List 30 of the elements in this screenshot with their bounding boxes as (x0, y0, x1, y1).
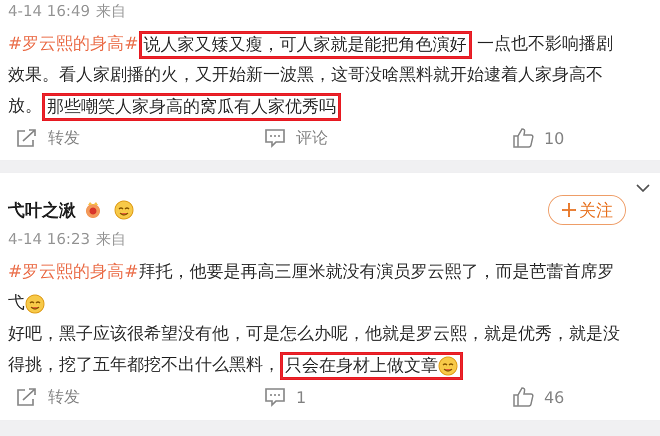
post-time: 4-14 16:23 (8, 230, 90, 248)
highlight-box: 那些嘲笑人家身高的窝瓜有人家优秀吗 (42, 92, 341, 120)
thumbs-up-icon (512, 127, 534, 149)
post-source: 来自 (96, 230, 126, 248)
post-source: 来自 (96, 2, 126, 20)
comment-icon (264, 387, 286, 407)
post-time: 4-14 16:49 (8, 2, 90, 20)
like-button[interactable]: 10 (504, 127, 572, 149)
follow-button[interactable]: 关注 (548, 195, 626, 225)
medal-icon (84, 201, 102, 219)
share-icon (16, 387, 38, 407)
hashtag-link[interactable]: #罗云熙的身高# (8, 29, 138, 60)
post-text: #罗云熙的身高#拜托，他要是再高三厘米就没有演员罗云熙了，而是芭蕾首席罗 弋 好吧，黑子应该很希望没有他，可是怎么办呢，他就是罗云熙，就是优秀，就是没 得挑，挖了五年都挖不出什么黑料， 只会在身材上做文章 (8, 257, 650, 381)
comment-icon (264, 128, 286, 148)
highlight-box: 说人家又矮又瘦，可人家就是能把角色演好 (138, 30, 472, 58)
highlight-box: 只会在身材上做文章 (280, 352, 463, 380)
share-icon (16, 128, 38, 148)
like-button[interactable]: 46 (504, 386, 572, 408)
comment-button[interactable]: 评论 (256, 128, 504, 148)
repost-button[interactable]: 转发 (8, 128, 256, 148)
hashtag-link[interactable]: #罗云熙的身高# (8, 257, 138, 288)
emoji-icon (114, 200, 134, 220)
comment-button[interactable]: 1 (256, 387, 504, 407)
chevron-down-icon[interactable] (636, 184, 650, 193)
plus-icon (561, 202, 577, 218)
repost-button[interactable]: 转发 (8, 386, 256, 408)
thumbs-up-icon (512, 386, 534, 408)
emoji-icon (438, 356, 458, 376)
post-text: #罗云熙的身高# 说人家又矮又瘦，可人家就是能把角色演好 一点也不影响播剧 效果。看人家剧播的火，又开始新一波黑，这哥没啥黑料就开始逮着人家身高不 放。 那些嘲笑人家身高的窝瓜有人家优秀吗 (8, 29, 650, 122)
user-name[interactable]: 弋叶之湫 (8, 198, 76, 222)
